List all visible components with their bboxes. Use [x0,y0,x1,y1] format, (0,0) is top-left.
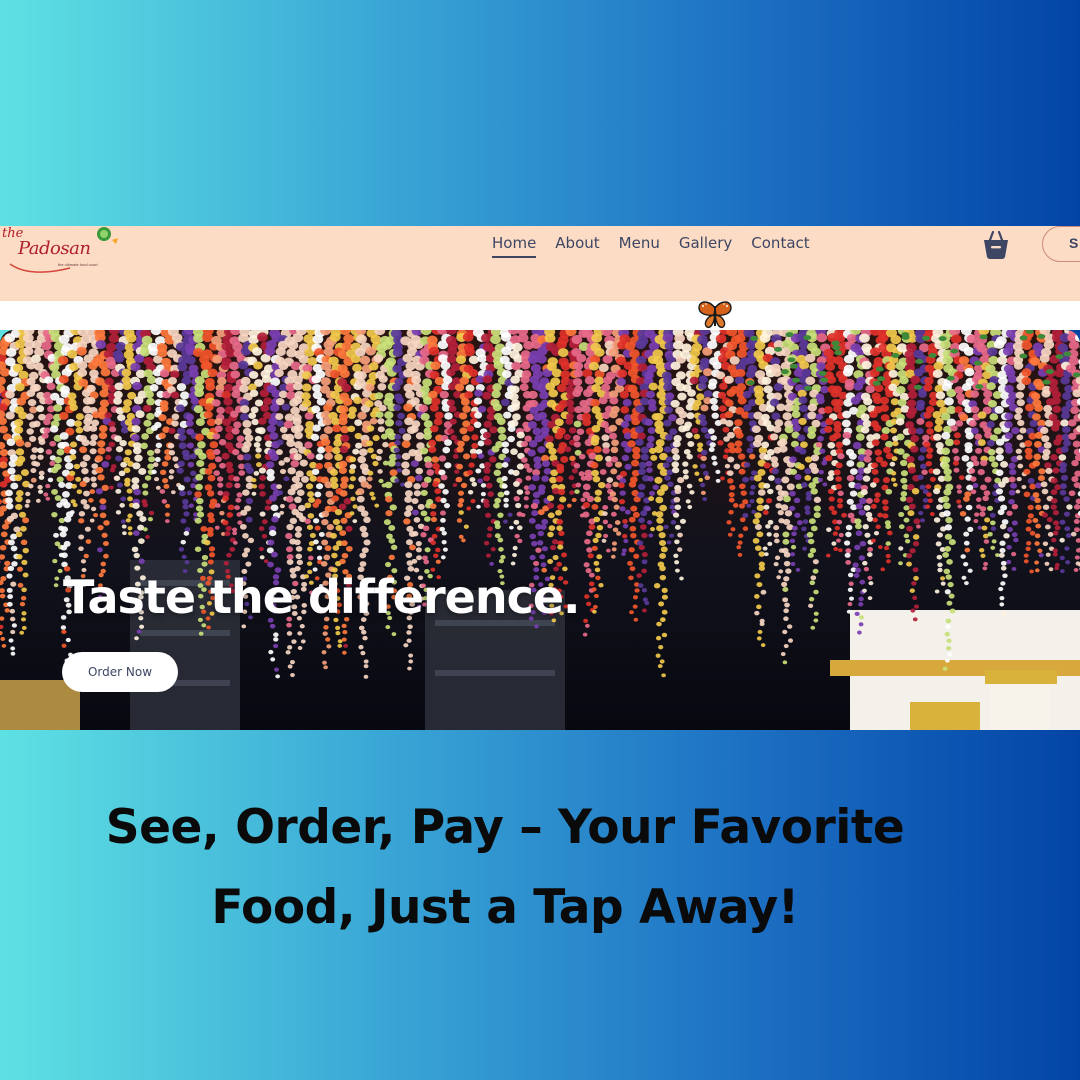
nav-item-about[interactable]: About [555,234,599,258]
caption-line-1: See, Order, Pay – Your Favorite [105,800,905,855]
website-screenshot: the Padosan the ultimate food court Home… [0,226,1080,730]
promo-caption: See, Order, Pay – Your Favorite Food, Ju… [0,788,1010,948]
navbar: the Padosan the ultimate food court Home… [0,226,1080,301]
logo[interactable]: the Padosan the ultimate food court [0,226,130,281]
nav-item-contact[interactable]: Contact [751,234,809,258]
hero-title: Taste the difference. [63,570,581,624]
butterfly-icon [697,300,733,330]
nav-item-gallery[interactable]: Gallery [679,234,732,258]
nav-menu: Home About Menu Gallery Contact [492,234,810,258]
caption-line-2: Food, Just a Tap Away! [211,880,799,935]
header-spacer [0,301,1080,330]
nav-item-home[interactable]: Home [492,234,537,258]
hero-banner: Taste the difference. Order Now [0,330,1080,730]
shopping-basket-icon[interactable] [982,229,1010,259]
order-now-button[interactable]: Order Now [62,652,178,692]
logo-name: Padosan [18,238,91,259]
header-cta-button[interactable]: S [1042,226,1080,262]
logo-tagline: the ultimate food court [58,262,98,267]
nav-item-menu[interactable]: Menu [619,234,660,258]
